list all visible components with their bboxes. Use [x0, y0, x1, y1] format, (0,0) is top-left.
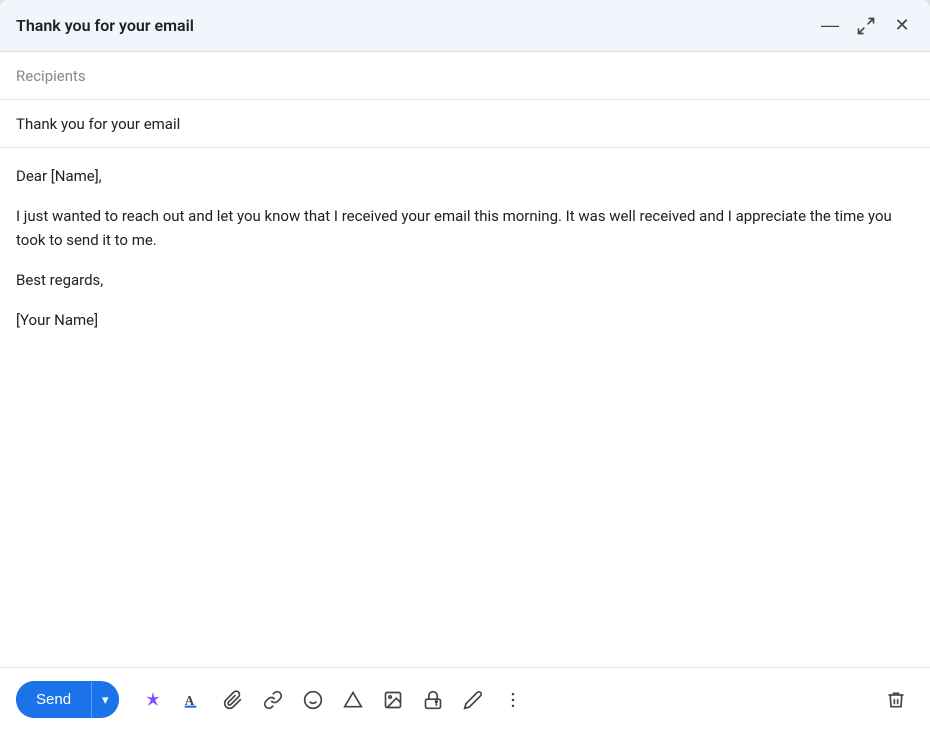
greeting-line: Dear [Name],	[16, 164, 914, 188]
attach-file-button[interactable]	[215, 682, 251, 718]
discard-button[interactable]	[878, 682, 914, 718]
recipients-row[interactable]: Recipients	[0, 52, 930, 100]
send-dropdown-button[interactable]: ▾	[91, 682, 119, 718]
send-button[interactable]: Send	[16, 681, 91, 718]
minimize-button[interactable]: —	[818, 14, 842, 38]
window-title: Thank you for your email	[16, 16, 194, 35]
text-formatting-button[interactable]: A	[175, 682, 211, 718]
recipients-placeholder: Recipients	[16, 67, 86, 85]
send-dropdown-arrow-icon: ▾	[102, 692, 109, 708]
title-bar: Thank you for your email — ✕	[0, 0, 930, 52]
insert-drive-button[interactable]	[335, 682, 371, 718]
compose-window: Thank you for your email — ✕ Recipients	[0, 0, 930, 731]
body-paragraph: I just wanted to reach out and let you k…	[16, 204, 914, 252]
more-options-button[interactable]	[495, 682, 531, 718]
email-body-content: Dear [Name], I just wanted to reach out …	[16, 164, 914, 332]
subject-field[interactable]: Thank you for your email	[16, 115, 180, 133]
send-button-group: Send ▾	[16, 681, 119, 718]
ai-assist-button[interactable]	[135, 682, 171, 718]
expand-button[interactable]	[854, 14, 878, 38]
subject-row[interactable]: Thank you for your email	[0, 100, 930, 148]
compose-toolbar: Send ▾ A	[0, 667, 930, 731]
confidential-mode-button[interactable]	[415, 682, 451, 718]
window-controls: — ✕	[818, 14, 914, 38]
insert-link-button[interactable]	[255, 682, 291, 718]
email-body-area[interactable]: Dear [Name], I just wanted to reach out …	[0, 148, 930, 667]
closing-line: Best regards,	[16, 268, 914, 292]
insert-signature-button[interactable]	[455, 682, 491, 718]
close-button[interactable]: ✕	[890, 14, 914, 38]
insert-emoji-button[interactable]	[295, 682, 331, 718]
insert-photo-button[interactable]	[375, 682, 411, 718]
signature-line: [Your Name]	[16, 308, 914, 332]
